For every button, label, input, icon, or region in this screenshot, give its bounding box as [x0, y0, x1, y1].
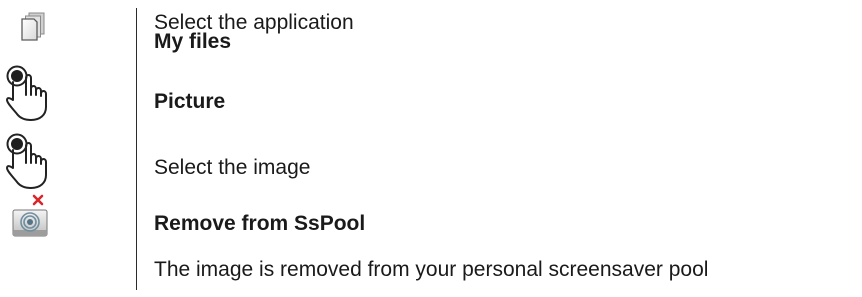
result-text: The image is removed from your personal … — [154, 258, 709, 281]
step-1-app-name: My files — [154, 30, 232, 53]
step-3-text: Select the image — [154, 156, 311, 179]
step-4-text: Remove from SsPool — [154, 212, 366, 235]
step-2-text: Picture — [154, 90, 226, 113]
tap-hand-icon — [6, 65, 47, 121]
files-app-icon — [21, 12, 45, 41]
remove-screensaver-icon — [12, 194, 48, 237]
tap-hand-icon — [6, 133, 47, 189]
column-divider — [136, 8, 137, 290]
